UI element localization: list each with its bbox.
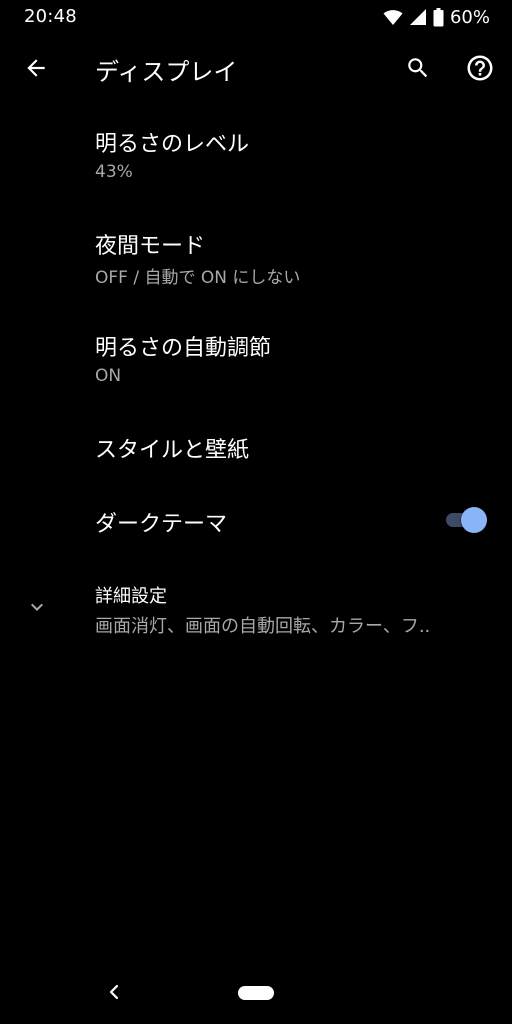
signal-icon <box>409 8 427 26</box>
search-icon <box>405 55 431 85</box>
setting-adaptive-brightness[interactable]: 明るさの自動調節 ON <box>0 314 512 410</box>
status-bar: 20:48 60% <box>0 0 512 34</box>
dark-theme-toggle[interactable] <box>444 506 488 534</box>
nav-back-button[interactable] <box>100 980 128 1008</box>
chevron-down-icon <box>24 594 50 620</box>
help-circle-icon <box>465 53 495 87</box>
setting-summary: 画面消灯、画面の自動回転、カラー、フ.. <box>95 616 431 637</box>
battery-percent: 60% <box>449 6 490 28</box>
setting-style-wallpaper[interactable]: スタイルと壁紙 <box>0 416 512 480</box>
page-title: ディスプレイ <box>95 58 238 86</box>
setting-title: 明るさのレベル <box>95 132 250 157</box>
setting-night-mode[interactable]: 夜間モード OFF / 自動で ON にしない <box>0 212 512 308</box>
status-icons: 60% <box>383 6 490 28</box>
nav-back-icon <box>106 983 122 1005</box>
arrow-back-icon <box>23 55 49 85</box>
setting-brightness-level[interactable]: 明るさのレベル 43% <box>0 110 512 206</box>
status-time: 20:48 <box>24 6 77 27</box>
help-button[interactable] <box>462 52 498 88</box>
back-button[interactable] <box>18 52 54 88</box>
navigation-bar <box>0 964 512 1024</box>
setting-advanced[interactable]: 詳細設定 画面消灯、画面の自動回転、カラー、フ.. <box>0 570 512 646</box>
setting-dark-theme[interactable]: ダークテーマ <box>0 496 512 548</box>
setting-summary: 43% <box>95 162 133 182</box>
setting-title: 詳細設定 <box>95 586 167 607</box>
battery-icon <box>433 7 444 27</box>
wifi-icon <box>383 8 403 26</box>
setting-title: スタイルと壁紙 <box>95 438 250 463</box>
search-button[interactable] <box>400 52 436 88</box>
toggle-thumb <box>461 507 487 533</box>
setting-title: ダークテーマ <box>95 512 228 537</box>
setting-title: 明るさの自動調節 <box>95 336 272 361</box>
app-bar: ディスプレイ <box>0 40 512 96</box>
home-pill-icon[interactable] <box>238 986 274 1000</box>
display-settings-screen: 20:48 60% ディスプレイ 明るさのレベル 43% 夜間モード OFF /… <box>0 0 512 1024</box>
setting-summary: OFF / 自動で ON にしない <box>95 268 301 288</box>
setting-title: 夜間モード <box>95 234 206 259</box>
setting-summary: ON <box>95 366 122 386</box>
